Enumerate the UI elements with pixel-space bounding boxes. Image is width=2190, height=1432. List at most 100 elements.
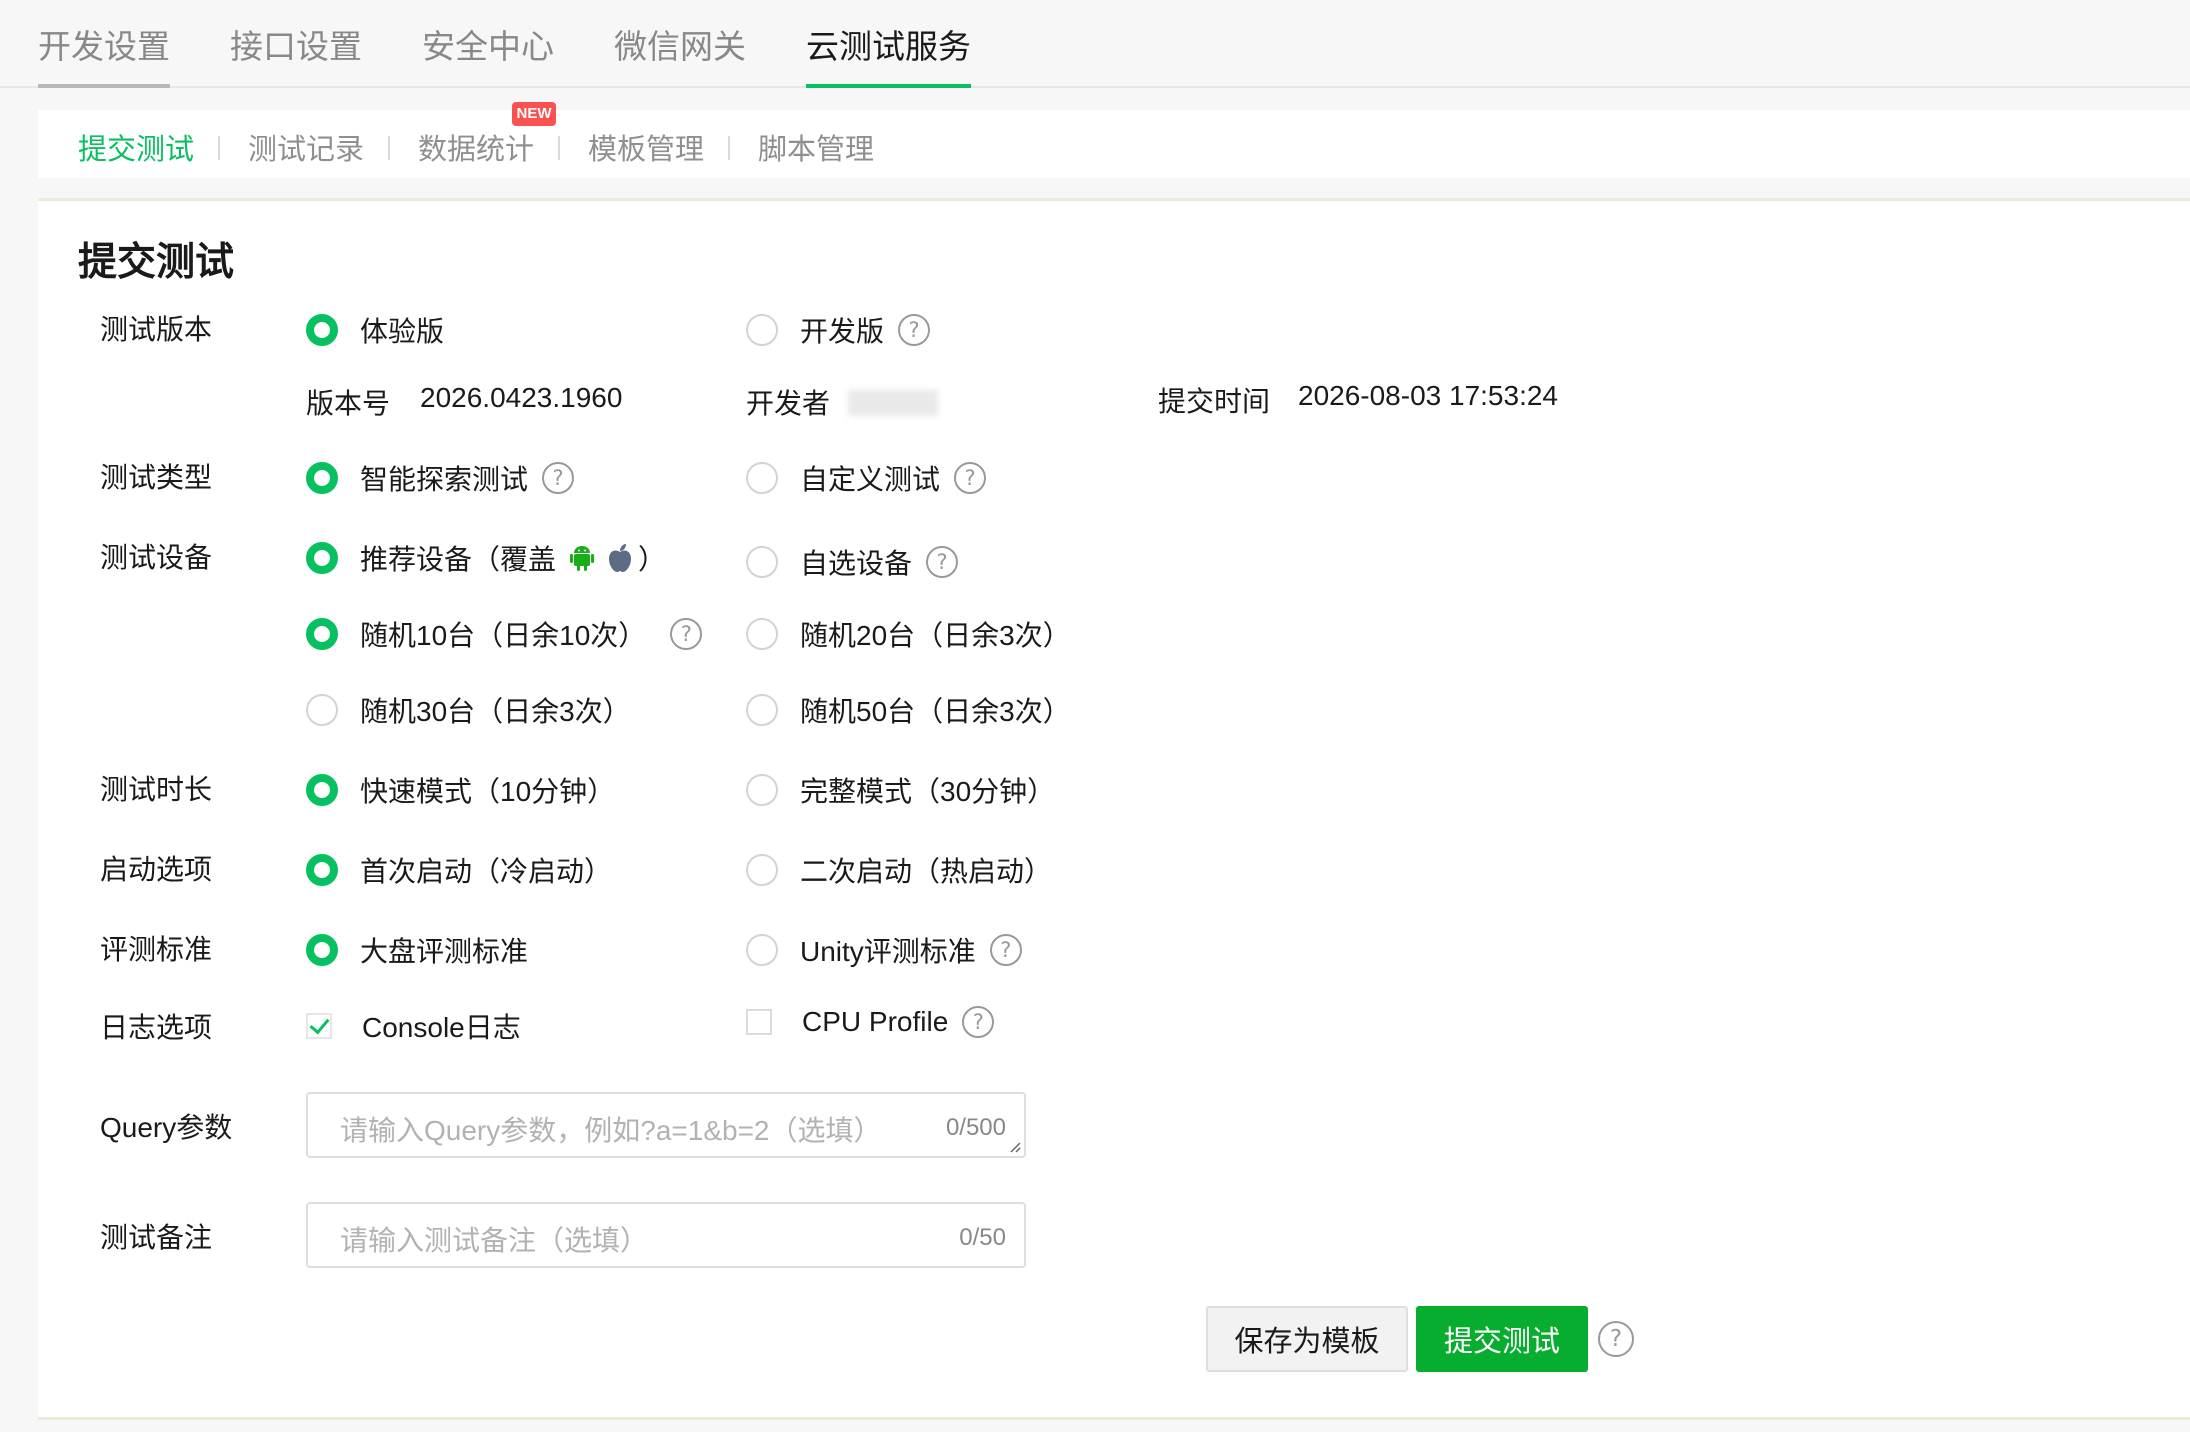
version-no-value: 2026.0423.1960 bbox=[420, 382, 623, 413]
developer-label: 开发者 bbox=[746, 388, 831, 419]
help-icon[interactable]: ? bbox=[1598, 1321, 1634, 1357]
radio-circle bbox=[746, 854, 778, 886]
query-char-count: 0/500 bbox=[945, 1114, 1006, 1141]
test-type-label: 测试类型 bbox=[100, 462, 213, 493]
radio-circle bbox=[306, 542, 338, 574]
note-label: 测试备注 bbox=[100, 1222, 213, 1253]
radio-trial-version[interactable]: 体验版 bbox=[306, 310, 444, 350]
submit-test-button[interactable]: 提交测试 bbox=[1416, 1306, 1588, 1372]
radio-circle bbox=[306, 934, 338, 966]
radio-general-criteria[interactable]: 大盘评测标准 bbox=[306, 930, 528, 970]
radio-circle bbox=[306, 618, 338, 650]
radio-circle bbox=[746, 934, 778, 966]
tab-security-center[interactable]: 安全中心 bbox=[422, 20, 554, 88]
radio-random-30[interactable]: 随机30台（日余3次） bbox=[306, 690, 631, 730]
help-icon[interactable]: ? bbox=[989, 934, 1022, 966]
subnav-divider bbox=[558, 136, 560, 160]
subnav-divider bbox=[218, 136, 220, 160]
radio-label: 智能探索测试 bbox=[360, 464, 529, 495]
developer-avatar-blurred bbox=[848, 390, 938, 416]
radio-circle bbox=[306, 774, 338, 806]
radio-random-10[interactable]: 随机10台（日余10次） ? bbox=[306, 614, 703, 654]
radio-label: 二次启动（热启动） bbox=[800, 856, 1053, 887]
radio-label: 随机20台（日余3次） bbox=[800, 620, 1071, 651]
help-icon[interactable]: ? bbox=[898, 314, 931, 346]
submit-time-label: 提交时间 bbox=[1158, 386, 1271, 417]
radio-circle bbox=[306, 694, 338, 726]
radio-label: 快速模式（10分钟） bbox=[360, 776, 616, 807]
radio-label: 体验版 bbox=[360, 316, 445, 347]
note-char-count: 0/50 bbox=[959, 1224, 1006, 1251]
radio-custom-test[interactable]: 自定义测试 ? bbox=[746, 458, 987, 498]
radio-custom-devices[interactable]: 自选设备 ? bbox=[746, 542, 959, 582]
help-icon[interactable]: ? bbox=[962, 1006, 995, 1038]
subnav-divider bbox=[728, 136, 730, 160]
help-icon[interactable]: ? bbox=[542, 462, 575, 494]
tab-cloud-test-service[interactable]: 云测试服务 bbox=[806, 20, 971, 88]
radio-circle bbox=[746, 774, 778, 806]
radio-circle bbox=[746, 462, 778, 494]
radio-label: Unity评测标准 bbox=[800, 936, 976, 967]
radio-label: 自定义测试 bbox=[800, 464, 941, 495]
tab-wechat-gateway[interactable]: 微信网关 bbox=[614, 20, 746, 88]
help-icon[interactable]: ? bbox=[926, 546, 959, 578]
radio-label: 开发版 bbox=[800, 316, 885, 347]
radio-label-suffix: ） bbox=[638, 544, 667, 575]
radio-circle bbox=[746, 314, 778, 346]
subnav-divider bbox=[388, 136, 390, 160]
save-template-button[interactable]: 保存为模板 bbox=[1206, 1306, 1408, 1372]
radio-unity-criteria[interactable]: Unity评测标准 ? bbox=[746, 930, 1022, 970]
top-tab-bar: 开发设置 接口设置 安全中心 微信网关 云测试服务 bbox=[0, 0, 2190, 88]
checkbox-console-log[interactable]: Console日志 bbox=[306, 1006, 521, 1046]
checkbox-cpu-profile[interactable]: CPU Profile ? bbox=[746, 1006, 995, 1038]
tab-dev-settings[interactable]: 开发设置 bbox=[38, 20, 170, 88]
query-label: Query参数 bbox=[100, 1112, 233, 1143]
log-options-label: 日志选项 bbox=[100, 1012, 213, 1043]
radio-quick-mode[interactable]: 快速模式（10分钟） bbox=[306, 770, 615, 810]
radio-circle bbox=[306, 314, 338, 346]
checkbox-label: CPU Profile bbox=[802, 1006, 949, 1037]
apple-icon bbox=[609, 544, 632, 572]
help-icon[interactable]: ? bbox=[954, 462, 987, 494]
radio-random-50[interactable]: 随机50台（日余3次） bbox=[746, 690, 1071, 730]
checkbox-box bbox=[306, 1013, 332, 1039]
android-icon bbox=[570, 546, 595, 571]
resize-grip-icon[interactable] bbox=[1009, 1141, 1021, 1153]
query-textarea[interactable]: 请输入Query参数，例如?a=1&b=2（选填） 0/500 bbox=[306, 1092, 1026, 1158]
radio-label: 自选设备 bbox=[800, 548, 913, 579]
checkbox-label: Console日志 bbox=[362, 1012, 521, 1043]
subnav-template-management[interactable]: 模板管理 bbox=[588, 126, 704, 168]
radio-full-mode[interactable]: 完整模式（30分钟） bbox=[746, 770, 1055, 810]
submit-time-value: 2026-08-03 17:53:24 bbox=[1298, 380, 1558, 411]
radio-circle bbox=[746, 546, 778, 578]
radio-label: 首次启动（冷启动） bbox=[360, 856, 613, 887]
subnav-data-stats[interactable]: 数据统计 bbox=[418, 126, 534, 168]
subnav-submit-test[interactable]: 提交测试 bbox=[78, 126, 194, 168]
launch-label: 启动选项 bbox=[100, 854, 213, 885]
radio-smart-explore[interactable]: 智能探索测试 ? bbox=[306, 458, 575, 498]
radio-label: 推荐设备（覆盖 bbox=[360, 544, 557, 575]
duration-label: 测试时长 bbox=[100, 774, 213, 805]
sub-nav: 提交测试 测试记录 数据统计 模板管理 脚本管理 bbox=[38, 110, 2190, 178]
radio-circle bbox=[306, 854, 338, 886]
note-placeholder: 请输入测试备注（选填） bbox=[340, 1225, 649, 1256]
radio-label: 随机30台（日余3次） bbox=[360, 696, 631, 727]
checkbox-box bbox=[746, 1009, 772, 1035]
subnav-test-records[interactable]: 测试记录 bbox=[248, 126, 364, 168]
subnav-script-management[interactable]: 脚本管理 bbox=[758, 126, 874, 168]
note-input[interactable]: 请输入测试备注（选填） 0/50 bbox=[306, 1202, 1026, 1268]
radio-cold-start[interactable]: 首次启动（冷启动） bbox=[306, 850, 612, 890]
radio-recommended-devices[interactable]: 推荐设备（覆盖 ） bbox=[306, 538, 666, 578]
radio-label: 随机10台（日余10次） bbox=[360, 620, 647, 651]
version-no-label: 版本号 bbox=[306, 388, 391, 419]
tab-api-settings[interactable]: 接口设置 bbox=[230, 20, 362, 88]
query-placeholder: 请输入Query参数，例如?a=1&b=2（选填） bbox=[340, 1115, 882, 1146]
radio-dev-version[interactable]: 开发版 ? bbox=[746, 310, 931, 350]
new-badge: NEW bbox=[512, 102, 556, 126]
radio-label: 大盘评测标准 bbox=[360, 936, 529, 967]
radio-label: 完整模式（30分钟） bbox=[800, 776, 1056, 807]
version-label: 测试版本 bbox=[100, 314, 213, 345]
help-icon[interactable]: ? bbox=[670, 618, 703, 650]
radio-random-20[interactable]: 随机20台（日余3次） bbox=[746, 614, 1071, 654]
radio-hot-start[interactable]: 二次启动（热启动） bbox=[746, 850, 1052, 890]
